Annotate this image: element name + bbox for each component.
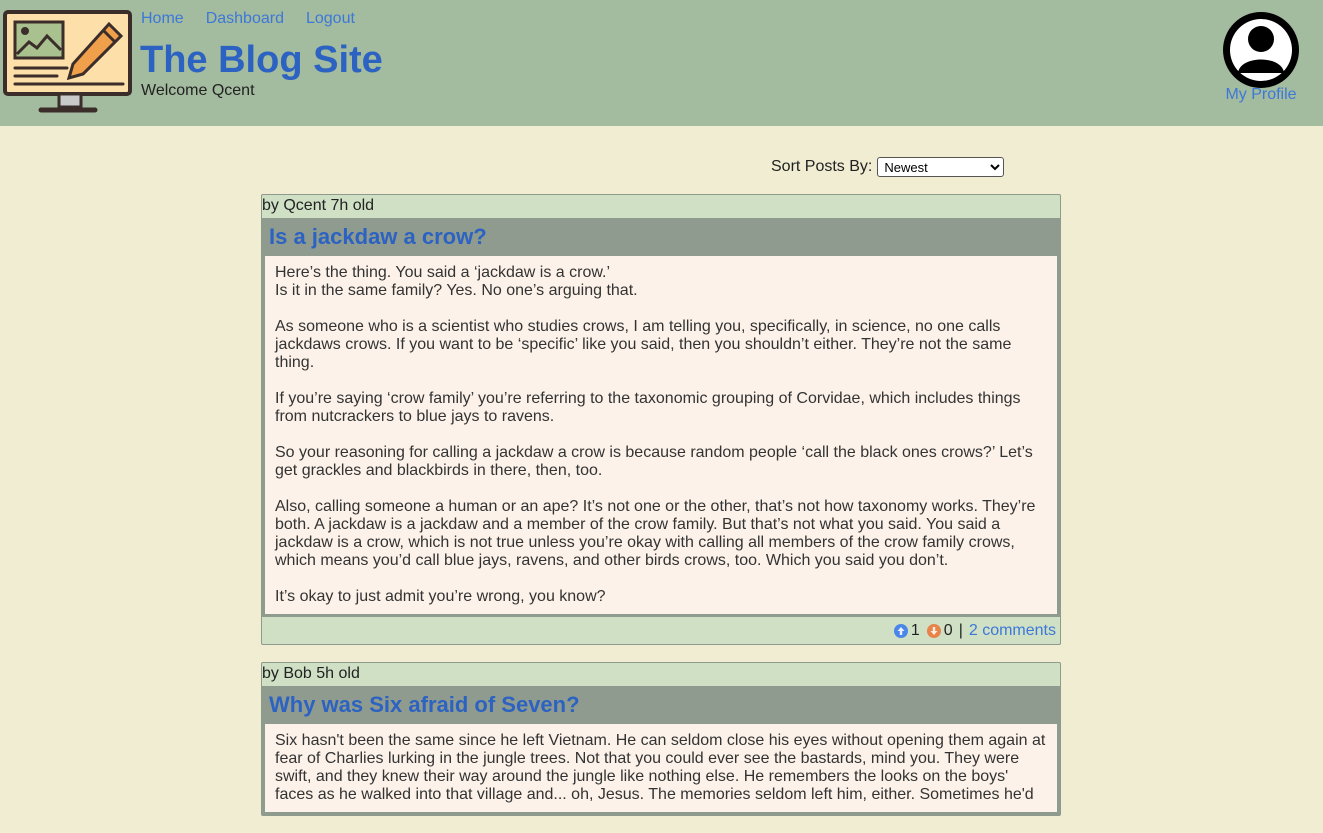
nav-home-link[interactable]: Home [141,10,184,28]
welcome-message: Welcome Qcent [141,82,255,99]
upvote-icon[interactable] [893,623,908,638]
site-header: Home Dashboard Logout The Blog Site Welc… [0,0,1323,126]
user-avatar-icon[interactable] [1222,11,1300,89]
post-title-link[interactable]: Why was Six afraid of Seven? [269,692,1052,718]
post-body: Here’s the thing. You said a ‘jackdaw is… [262,256,1060,617]
post-footer: 1 0 | 2 comments [262,617,1060,644]
blog-logo-icon[interactable] [3,10,133,115]
post-card: by Bob 5h old Why was Six afraid of Seve… [261,662,1061,816]
post-paragraph: As someone who is a scientist who studie… [275,318,1012,371]
main-nav: Home Dashboard Logout [141,10,355,28]
post-meta: by Qcent 7h old [262,197,375,214]
comments-link[interactable]: 2 comments [969,622,1056,640]
sort-select[interactable]: Newest [877,157,1005,177]
site-title[interactable]: The Blog Site [140,39,383,82]
my-profile-label[interactable]: My Profile [1222,86,1300,104]
sort-label: Sort Posts By: [771,158,873,175]
post-card: by Qcent 7h old Is a jackdaw a crow? Her… [261,194,1061,645]
posts-list: by Qcent 7h old Is a jackdaw a crow? Her… [261,194,1061,833]
sort-bar: Sort Posts By: Newest [771,157,1005,177]
downvote-icon[interactable] [926,623,941,638]
post-title-bar: Why was Six afraid of Seven? [262,686,1060,724]
post-title-link[interactable]: Is a jackdaw a crow? [269,224,1052,250]
post-meta: by Bob 5h old [262,665,360,682]
nav-dashboard-link[interactable]: Dashboard [206,10,284,28]
downvote-count: 0 [943,621,953,639]
post-paragraph: If you’re saying ‘crow family’ you’re re… [275,390,1021,425]
footer-separator: | [958,621,963,639]
post-title-bar: Is a jackdaw a crow? [262,218,1060,256]
post-paragraph: So your reasoning for calling a jackdaw … [275,444,1033,479]
post-body: Six hasn't been the same since he left V… [262,724,1060,815]
post-paragraph: Also, calling someone a human or an ape?… [275,498,1036,569]
post-paragraph: Six hasn't been the same since he left V… [275,732,1046,803]
my-profile-link[interactable]: My Profile [1222,11,1300,104]
post-paragraph: It’s okay to just admit you’re wrong, yo… [275,588,606,605]
post-paragraph: Here’s the thing. You said a ‘jackdaw is… [275,264,638,299]
nav-logout-link[interactable]: Logout [306,10,355,28]
upvote-count: 1 [910,621,920,639]
